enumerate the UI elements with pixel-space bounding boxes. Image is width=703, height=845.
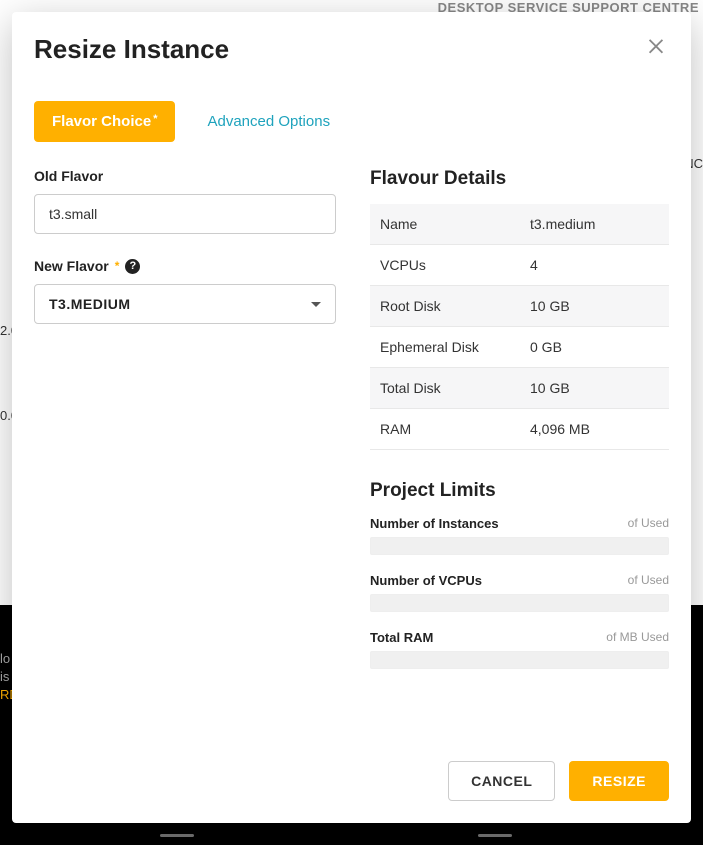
table-row: Total Disk10 GB <box>370 368 669 409</box>
cancel-button[interactable]: CANCEL <box>448 761 555 801</box>
bottom-handle-right <box>478 834 512 837</box>
limit-label: Number of Instances <box>370 516 499 531</box>
limit-label: Number of VCPUs <box>370 573 482 588</box>
select-value: T3.MEDIUM <box>49 296 131 312</box>
new-flavor-select[interactable]: T3.MEDIUM <box>34 284 336 324</box>
modal-title: Resize Instance <box>34 34 229 65</box>
close-button[interactable] <box>645 34 667 56</box>
flavour-details-title: Flavour Details <box>370 168 669 190</box>
tabs: Flavor Choice* Advanced Options <box>34 101 669 142</box>
required-star-icon: * <box>115 259 120 273</box>
required-star-icon: * <box>153 113 157 125</box>
progress-bar <box>370 537 669 555</box>
limit-used: of Used <box>628 516 669 531</box>
resize-button[interactable]: RESIZE <box>569 761 669 801</box>
limit-ram: Total RAM of MB Used <box>370 630 669 669</box>
table-row: Namet3.medium <box>370 204 669 245</box>
old-flavor-label: Old Flavor <box>34 168 336 184</box>
limit-used: of Used <box>628 573 669 588</box>
chevron-down-icon <box>311 302 321 307</box>
table-row: VCPUs4 <box>370 245 669 286</box>
limit-vcpus: Number of VCPUs of Used <box>370 573 669 612</box>
progress-bar <box>370 594 669 612</box>
limit-used: of MB Used <box>606 630 669 645</box>
old-flavor-input[interactable] <box>34 194 336 234</box>
close-icon <box>645 34 667 56</box>
table-row: Ephemeral Disk0 GB <box>370 327 669 368</box>
flavour-details-table: Namet3.medium VCPUs4 Root Disk10 GB Ephe… <box>370 204 669 450</box>
progress-bar <box>370 651 669 669</box>
new-flavor-label: New Flavor * ? <box>34 258 336 274</box>
resize-instance-modal: Resize Instance Flavor Choice* Advanced … <box>12 12 691 823</box>
project-limits-title: Project Limits <box>370 480 669 502</box>
tab-flavor-choice[interactable]: Flavor Choice* <box>34 101 175 142</box>
tab-label: Flavor Choice <box>52 113 151 130</box>
table-row: Root Disk10 GB <box>370 286 669 327</box>
tab-advanced-options[interactable]: Advanced Options <box>189 101 348 142</box>
help-icon[interactable]: ? <box>125 259 140 274</box>
limit-label: Total RAM <box>370 630 433 645</box>
table-row: RAM4,096 MB <box>370 409 669 450</box>
bottom-handle-left <box>160 834 194 837</box>
limit-instances: Number of Instances of Used <box>370 516 669 555</box>
